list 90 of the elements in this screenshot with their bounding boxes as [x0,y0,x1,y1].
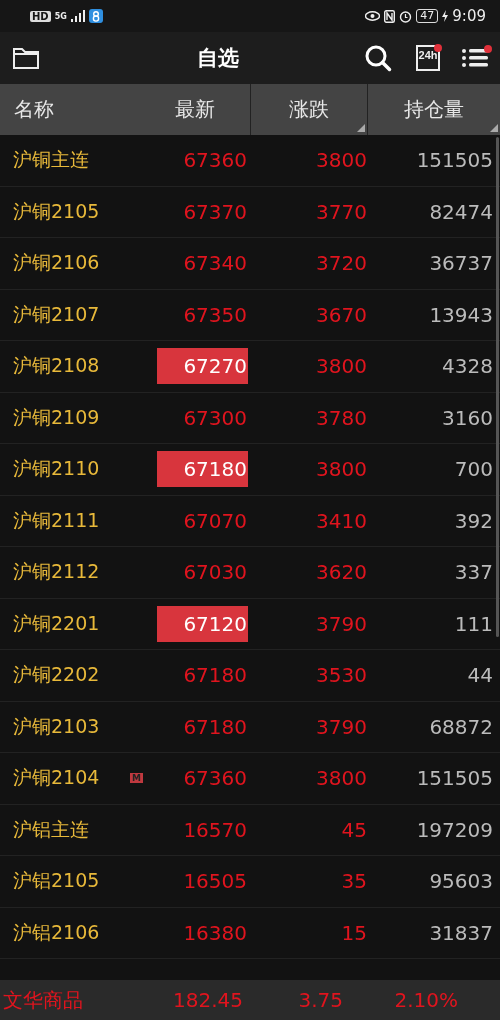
price-cell-text: 67300 [182,404,248,432]
folder-button[interactable] [12,46,40,70]
news-button[interactable]: 24h [416,45,440,71]
change-cell: 15 [341,920,367,945]
battery-level: 47 [416,9,439,23]
contract-name[interactable]: 沪铜2112 [13,559,100,586]
folder-icon [12,46,40,70]
contract-name[interactable]: 沪铝2105 [13,868,100,895]
list-icon [462,48,488,68]
column-header[interactable]: 持仓量 [367,84,500,135]
column-header[interactable]: 名称 [0,84,54,135]
open-interest-cell: 392 [454,508,493,533]
change-cell: 45 [341,817,367,842]
network-label: 5G [54,11,67,21]
index-name: 文华商品 [3,986,83,1014]
change-cell: 3800 [316,766,367,791]
eye-icon [365,11,381,21]
change-cell: 3620 [316,560,367,585]
contract-name[interactable]: 沪铜2111 [13,507,100,534]
index-percent: 2.10% [394,988,458,1012]
contract-name[interactable]: 沪铜2105 [13,198,100,225]
open-interest-cell: 151505 [416,148,493,173]
price-cell-text: 16505 [182,868,248,896]
index-change: 3.75 [298,988,343,1012]
app-notification-icon [88,9,103,23]
open-interest-cell: 4328 [442,354,493,379]
price-cell: 67180 [157,451,248,488]
price-cell-text: 67180 [182,662,248,690]
contract-name[interactable]: 沪铜2104 [13,765,100,792]
open-interest-cell: 82474 [429,199,493,224]
main-contract-badge: M [130,773,143,784]
change-cell: 3410 [316,508,367,533]
hd-indicator: HD [30,10,51,22]
open-interest-cell: 44 [467,663,493,688]
open-interest-cell: 68872 [429,714,493,739]
contract-name[interactable]: 沪铜2108 [13,353,100,380]
change-cell: 3530 [316,663,367,688]
change-cell: 3790 [316,611,367,636]
change-cell: 35 [341,869,367,894]
contract-name[interactable]: 沪铝主连 [13,816,89,843]
nfc-icon [384,9,396,23]
change-cell: 3800 [316,354,367,379]
contract-name[interactable]: 沪铜2110 [13,456,100,483]
open-interest-cell: 95603 [429,869,493,894]
price-cell: 67270 [157,348,248,385]
price-cell-text: 67340 [182,250,248,278]
open-interest-cell: 151505 [416,766,493,791]
price-cell: 67120 [157,605,248,642]
open-interest-cell: 197209 [416,817,493,842]
change-cell: 3790 [316,714,367,739]
search-button[interactable] [364,44,392,72]
contract-name[interactable]: 沪铜2202 [13,662,100,689]
price-cell-text: 67030 [182,559,248,587]
price-cell-text: 67370 [182,198,248,226]
change-cell: 3720 [316,251,367,276]
open-interest-cell: 111 [454,611,493,636]
charging-icon [442,10,449,22]
price-cell-text: 16570 [182,816,248,844]
price-cell-text: 67360 [182,765,248,793]
contract-name[interactable]: 沪铜2103 [13,713,100,740]
change-cell: 3800 [316,457,367,482]
contract-name[interactable]: 沪铜2109 [13,404,100,431]
contract-name[interactable]: 沪铜2106 [13,250,100,277]
contract-name[interactable]: 沪铜2107 [13,301,100,328]
alarm-icon [399,9,413,23]
clock-time: 9:09 [452,7,486,25]
price-cell-text: 67070 [182,507,248,535]
change-cell: 3770 [316,199,367,224]
price-cell-text: 67180 [182,713,248,741]
search-icon [364,44,392,72]
index-value: 182.45 [173,988,243,1012]
price-cell-text: 67350 [182,301,248,329]
open-interest-cell: 36737 [429,251,493,276]
page-title: 自选 [196,45,240,72]
change-cell: 3800 [316,148,367,173]
open-interest-cell: 3160 [442,405,493,430]
open-interest-cell: 13943 [429,302,493,327]
price-cell-text: 67360 [182,147,248,175]
price-cell-text: 16380 [182,919,248,947]
contract-name[interactable]: 沪铝2106 [13,919,100,946]
contract-name[interactable]: 沪铜主连 [13,147,89,174]
contract-name[interactable]: 沪铜2201 [13,610,100,637]
open-interest-cell: 700 [454,457,493,482]
column-header[interactable]: 涨跌 [250,84,367,135]
open-interest-cell: 337 [454,560,493,585]
signal-icon [70,10,85,22]
column-header[interactable]: 最新 [175,84,250,135]
change-cell: 3780 [316,405,367,430]
change-cell: 3670 [316,302,367,327]
open-interest-cell: 31837 [429,920,493,945]
